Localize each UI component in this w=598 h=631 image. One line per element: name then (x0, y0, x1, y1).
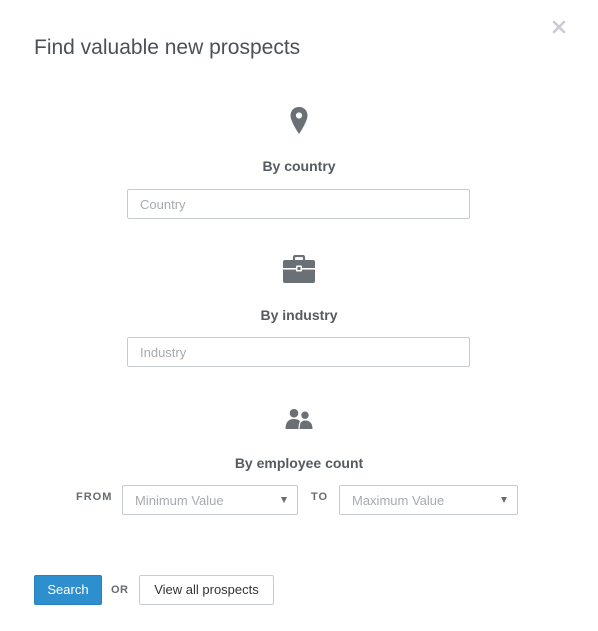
people-icon (285, 408, 313, 435)
map-pin-icon (289, 106, 309, 141)
industry-input[interactable] (127, 337, 470, 367)
min-value-select[interactable]: Minimum Value (122, 485, 298, 515)
max-value-select[interactable]: Maximum Value (339, 485, 518, 515)
employee-label: By employee count (234, 455, 364, 471)
chevron-down-icon (281, 497, 287, 503)
chevron-down-icon (501, 497, 507, 503)
country-input[interactable] (127, 189, 470, 219)
briefcase-icon (282, 254, 316, 290)
or-separator: OR (111, 584, 129, 596)
modal-title: Find valuable new prospects (34, 36, 301, 59)
from-label: FROM (76, 491, 113, 503)
search-button[interactable]: Search (34, 575, 102, 605)
close-icon[interactable] (550, 18, 568, 36)
min-value-text: Minimum Value (135, 493, 224, 508)
max-value-text: Maximum Value (352, 493, 445, 508)
to-label: TO (311, 491, 329, 503)
view-all-prospects-button[interactable]: View all prospects (139, 575, 274, 605)
industry-label: By industry (260, 307, 338, 323)
country-label: By country (262, 158, 336, 174)
prospects-modal: Find valuable new prospects By country C… (0, 0, 598, 631)
